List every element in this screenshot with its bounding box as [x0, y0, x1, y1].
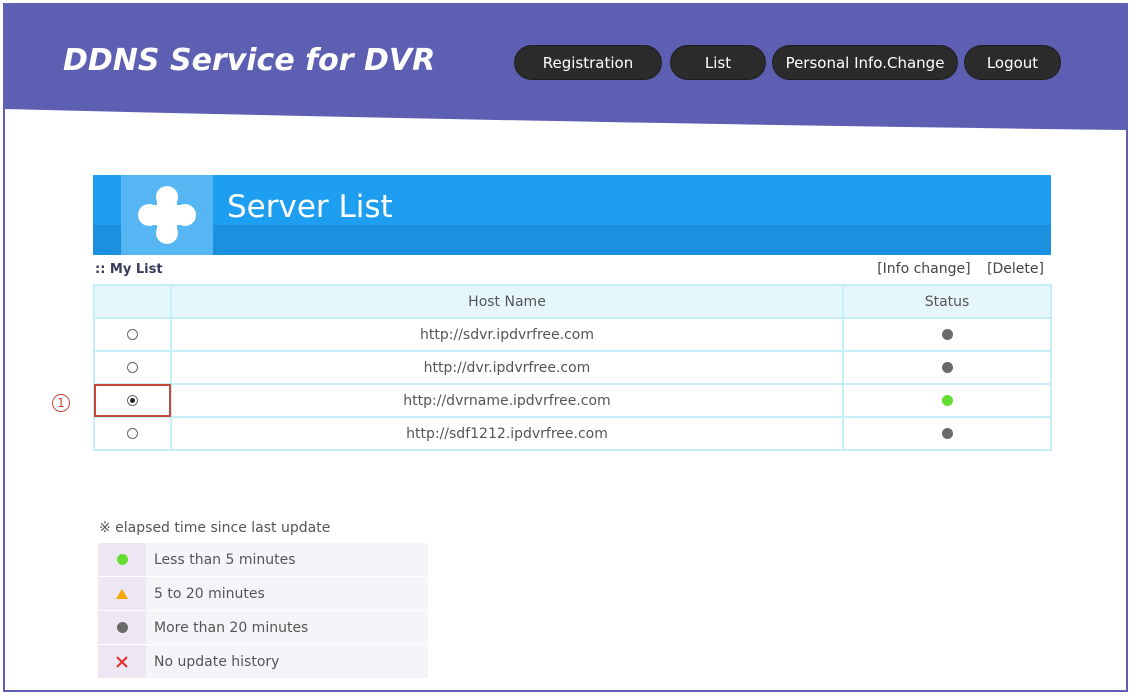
legend-item: More than 20 minutes — [98, 611, 428, 644]
nav-personal-info-button[interactable]: Personal Info.Change — [773, 46, 957, 79]
row-radio[interactable] — [127, 329, 138, 340]
banner-icon-box — [121, 175, 213, 255]
table-row: http://dvrname.ipdvrfree.com — [93, 383, 1052, 418]
select-column-header — [93, 284, 172, 319]
red-x-icon — [116, 655, 128, 668]
host-name-cell: http://dvr.ipdvrfree.com — [170, 350, 844, 385]
table-row: http://sdvr.ipdvrfree.com — [93, 317, 1052, 352]
status-gray-dot-icon — [941, 428, 953, 439]
info-change-link[interactable]: [Info change] — [877, 261, 970, 277]
row-select-cell — [93, 383, 172, 418]
legend-item: No update history — [98, 645, 428, 678]
orange-triangle-icon — [116, 588, 128, 599]
row-radio[interactable] — [127, 362, 138, 373]
banner-stripe — [93, 225, 1051, 255]
status-cell — [842, 350, 1052, 385]
server-list-banner: Server List — [93, 175, 1051, 255]
status-cell — [842, 416, 1052, 451]
status-green-dot-icon — [941, 395, 953, 406]
table-row: http://sdf1212.ipdvrfree.com — [93, 416, 1052, 451]
row-select-cell — [93, 350, 172, 385]
nav-list-button[interactable]: List — [671, 46, 765, 79]
status-column-header: Status — [842, 284, 1052, 319]
gray-dot-icon — [116, 622, 128, 633]
host-name-column-header: Host Name — [170, 284, 844, 319]
status-cell — [842, 383, 1052, 418]
legend-note: ※ elapsed time since last update — [99, 520, 331, 536]
nav-logout-button[interactable]: Logout — [965, 46, 1060, 79]
green-dot-icon — [116, 554, 128, 565]
host-name-cell: http://sdvr.ipdvrfree.com — [170, 317, 844, 352]
table-row: http://dvr.ipdvrfree.com — [93, 350, 1052, 385]
status-gray-dot-icon — [941, 362, 953, 373]
status-legend: Less than 5 minutes 5 to 20 minutes More… — [98, 543, 428, 679]
legend-label: Less than 5 minutes — [146, 543, 428, 576]
row-select-cell — [93, 317, 172, 352]
server-table: Host Name Status http://sdvr.ipdvrfree.c… — [93, 284, 1052, 451]
list-actions: [Info change] [Delete] — [865, 261, 1044, 277]
nav-registration-button[interactable]: Registration — [515, 46, 661, 79]
app-title: DDNS Service for DVR — [63, 43, 436, 78]
legend-label: More than 20 minutes — [146, 611, 428, 644]
step-marker-icon: 1 — [52, 394, 70, 412]
row-select-cell — [93, 416, 172, 451]
host-name-cell: http://sdf1212.ipdvrfree.com — [170, 416, 844, 451]
row-radio[interactable] — [127, 428, 138, 439]
legend-item: 5 to 20 minutes — [98, 577, 428, 610]
delete-link[interactable]: [Delete] — [987, 261, 1044, 277]
legend-label: 5 to 20 minutes — [146, 577, 428, 610]
legend-item: Less than 5 minutes — [98, 543, 428, 576]
cross-shape-icon — [138, 186, 196, 244]
status-cell — [842, 317, 1052, 352]
host-name-cell: http://dvrname.ipdvrfree.com — [170, 383, 844, 418]
banner-title: Server List — [227, 189, 393, 225]
my-list-label: :: My List — [95, 262, 163, 277]
status-gray-dot-icon — [941, 329, 953, 340]
legend-label: No update history — [146, 645, 428, 678]
page-frame: DDNS Service for DVR Registration List P… — [3, 3, 1128, 692]
table-header-row: Host Name Status — [93, 284, 1052, 319]
row-radio-selected[interactable] — [127, 395, 138, 406]
